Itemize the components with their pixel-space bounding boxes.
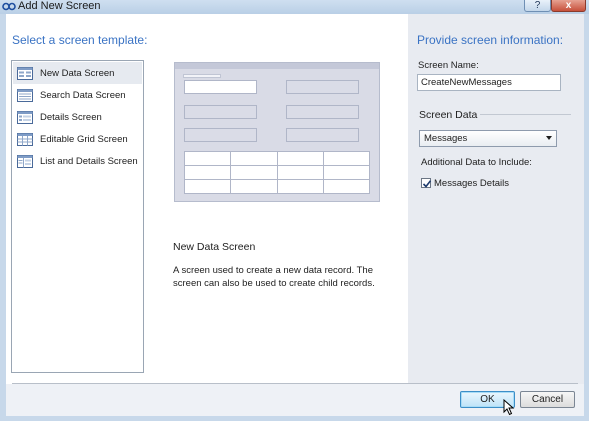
title-bar: Add New Screen ? x (0, 0, 589, 14)
mouse-pointer-icon (503, 399, 515, 416)
template-label: Editable Grid Screen (40, 133, 128, 145)
preview-field (286, 105, 359, 119)
template-list[interactable]: New Data Screen Search Data Screen Detai… (11, 60, 144, 373)
details-screen-icon (17, 110, 33, 124)
preview-field (184, 105, 257, 119)
template-selection-area: Select a screen template: New Data Scree… (6, 14, 408, 384)
template-label: Details Screen (40, 111, 102, 123)
preview-field (184, 80, 257, 94)
select-template-heading: Select a screen template: (12, 33, 148, 47)
preview-field (286, 80, 359, 94)
checkmark-icon (422, 180, 432, 188)
messages-details-label: Messages Details (434, 178, 509, 189)
template-item-details-screen[interactable]: Details Screen (13, 106, 142, 128)
window-frame-bottom (0, 416, 589, 421)
preview-header-field (183, 74, 221, 78)
preview-grid (184, 151, 370, 194)
template-item-new-data-screen[interactable]: New Data Screen (13, 62, 142, 84)
template-label: List and Details Screen (40, 155, 138, 167)
window-title: Add New Screen (18, 0, 101, 12)
window-frame-right (584, 14, 589, 421)
preview-description: A screen used to create a new data recor… (173, 265, 375, 289)
list-and-details-screen-icon (17, 154, 33, 168)
screen-data-label: Screen Data (419, 109, 478, 121)
template-label: New Data Screen (40, 67, 115, 79)
template-label: Search Data Screen (40, 89, 126, 101)
template-item-search-data-screen[interactable]: Search Data Screen (13, 84, 142, 106)
help-button[interactable]: ? (524, 0, 551, 12)
app-icon (2, 2, 16, 11)
preview-field (286, 128, 359, 142)
preview-title: New Data Screen (173, 241, 256, 253)
messages-details-checkbox[interactable] (421, 178, 432, 188)
close-button[interactable]: x (551, 0, 586, 12)
additional-data-label: Additional Data to Include: (421, 157, 532, 168)
new-data-screen-icon (17, 66, 33, 80)
template-item-list-and-details-screen[interactable]: List and Details Screen (13, 150, 142, 172)
preview-titlebar (175, 63, 379, 69)
editable-grid-screen-icon (17, 132, 33, 146)
screen-data-rule (480, 114, 571, 115)
search-data-screen-icon (17, 88, 33, 102)
screen-name-input[interactable] (417, 74, 561, 91)
screen-info-heading: Provide screen information: (417, 33, 564, 47)
screen-name-label: Screen Name: (418, 60, 479, 71)
screen-data-dropdown[interactable]: Messages (419, 130, 557, 147)
cancel-button[interactable]: Cancel (520, 391, 575, 408)
screen-data-selected: Messages (424, 133, 468, 144)
template-preview-image (174, 62, 380, 202)
preview-field (184, 128, 257, 142)
template-item-editable-grid-screen[interactable]: Editable Grid Screen (13, 128, 142, 150)
chevron-down-icon (546, 136, 552, 140)
